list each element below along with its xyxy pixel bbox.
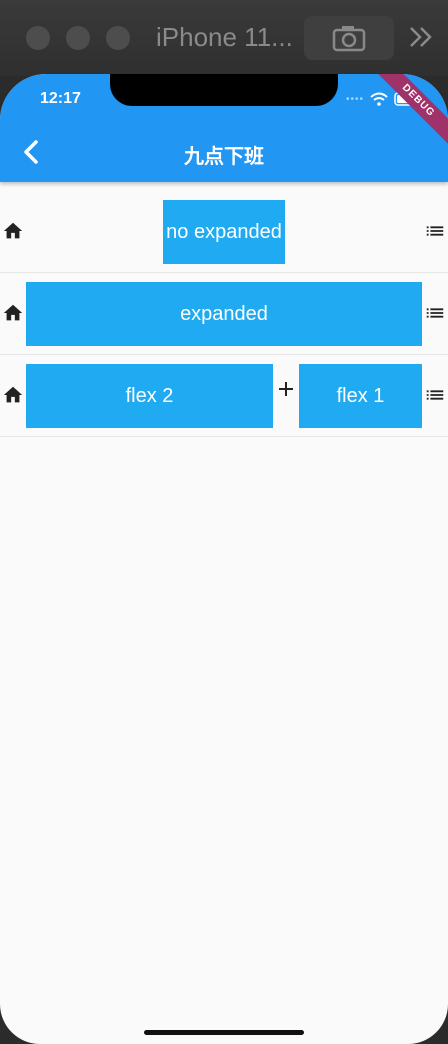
- flex-2-box: flex 2: [26, 364, 273, 428]
- expanded-box: expanded: [26, 282, 422, 346]
- status-time: 12:17: [40, 90, 81, 107]
- notch: [110, 74, 338, 106]
- screenshot-button[interactable]: [304, 16, 394, 60]
- simulator-title: iPhone 11...: [156, 22, 293, 52]
- flex-1-box: flex 1: [299, 364, 422, 428]
- plus-icon: [279, 382, 293, 396]
- page-title: 九点下班: [184, 146, 264, 168]
- list-icon: [426, 226, 444, 236]
- signal-icon: ••••: [346, 93, 365, 105]
- zoom-window-button[interactable]: [106, 26, 130, 50]
- row-expanded: expanded: [0, 272, 448, 355]
- debug-banner: DEBUG: [369, 74, 448, 150]
- list-icon: [426, 308, 444, 318]
- wifi-icon: [370, 92, 388, 106]
- close-window-button[interactable]: [26, 26, 50, 50]
- row-flex: flex 2 flex 1: [0, 354, 448, 437]
- app-bar: 12:17 •••• DEBUG 九点下班: [0, 74, 448, 182]
- list-icon: [426, 390, 444, 400]
- chevron-double-right-icon[interactable]: [408, 22, 434, 52]
- row-no-expanded: no expanded: [0, 190, 448, 273]
- home-icon: [3, 222, 23, 239]
- home-icon: [3, 386, 23, 403]
- minimize-window-button[interactable]: [66, 26, 90, 50]
- no-expanded-box: no expanded: [163, 200, 285, 264]
- phone-screen: 12:17 •••• DEBUG 九点下班 no expanded expand…: [0, 74, 448, 1044]
- home-icon: [3, 304, 23, 321]
- home-indicator[interactable]: [144, 1030, 304, 1035]
- camera-icon: [332, 26, 366, 52]
- simulator-toolbar: iPhone 11...: [0, 0, 448, 76]
